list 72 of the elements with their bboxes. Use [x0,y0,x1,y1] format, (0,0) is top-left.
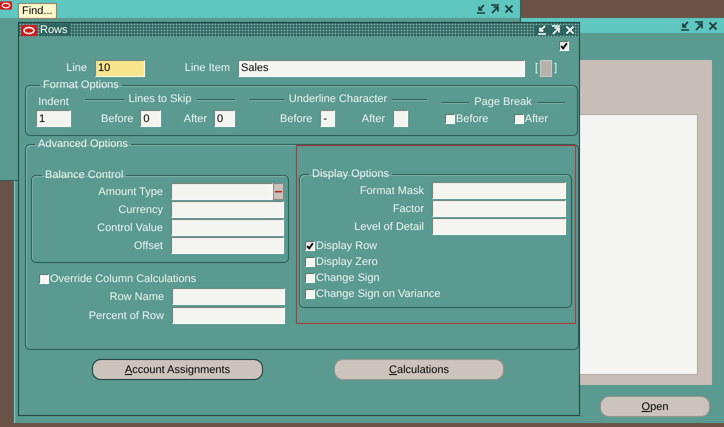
checkbox[interactable] [305,241,315,251]
action-button[interactable]: Calculations [334,359,504,380]
field-label: Control Value [96,222,163,234]
checkbox[interactable] [305,257,315,267]
checkbox-label: Override Column Calculations [50,273,196,285]
action-button[interactable]: Account Assignments [92,359,263,380]
app-icon [0,0,12,11]
section-title: Lines to Skip [128,93,192,105]
text-field[interactable] [171,201,284,218]
window-title: Rows [40,24,71,36]
panel-title: Format Options [42,79,120,91]
checkbox[interactable] [39,274,49,284]
checkbox-label: Before [456,113,488,125]
text-field[interactable] [172,288,285,305]
checkbox-label: Change Sign on Variance [316,288,441,300]
bracket-text: ] [554,62,558,74]
field-label: Currency [117,204,163,216]
checkbox-label: Display Zero [316,256,378,268]
flex-field-box[interactable] [540,60,552,76]
checkbox[interactable] [445,114,455,124]
checkbox[interactable] [559,40,569,50]
minimize-icon[interactable] [476,4,486,14]
text-field[interactable] [432,182,566,199]
checkbox[interactable] [514,114,524,124]
maximize-icon[interactable] [490,4,500,14]
text-field[interactable] [171,183,273,200]
text-field[interactable]: 10 [95,60,145,76]
field-label: Row Name [108,290,164,302]
field-label: Indent [38,96,69,108]
checkbox[interactable] [305,289,315,299]
field-label: Format Mask [358,184,424,196]
panel-title: Balance Control [44,169,124,181]
checkbox-label: Display Row [316,240,378,252]
field-label: After [184,112,207,124]
field-label: Before [280,112,312,124]
checkbox[interactable] [305,273,315,283]
text-field[interactable] [432,218,566,235]
text-field[interactable] [171,237,284,254]
text-field[interactable]: 0 [214,110,235,127]
field-label: Factor [392,202,424,214]
field-label: Level of Detail [353,220,424,232]
section-title: Underline Character [288,93,388,105]
checkbox-label: Change Sign [316,272,380,284]
field-label: Percent of Row [88,310,164,322]
text-field[interactable] [432,200,566,217]
text-field[interactable]: Sales [238,60,525,76]
text-field[interactable] [172,307,285,324]
text-field[interactable]: 0 [140,110,162,127]
field-label: Before [101,112,134,124]
section-title: Page Break [474,96,532,108]
field-label: Line [65,62,87,74]
panel-title: Display Options [311,168,390,180]
field-label: Amount Type [97,186,163,198]
app-icon [21,24,37,36]
maximize-icon[interactable] [694,20,704,30]
field-label: After [362,112,385,124]
list-button[interactable] [273,183,284,200]
close-icon[interactable] [708,20,718,30]
field-label: Offset [132,240,163,252]
minimize-icon[interactable] [680,20,690,30]
action-button[interactable]: Open [600,396,710,417]
field-label: Line Item [184,62,230,74]
window-title: Find... [18,3,57,19]
bracket-text: [ [535,62,538,74]
text-field[interactable] [393,110,408,127]
panel-title: Advanced Options [37,138,129,150]
dash-icon [275,190,282,193]
text-field[interactable]: - [320,110,336,127]
close-icon[interactable] [504,4,514,14]
text-field[interactable] [171,219,284,236]
text-field[interactable]: 1 [36,110,71,127]
checkbox-label: After [524,113,548,125]
